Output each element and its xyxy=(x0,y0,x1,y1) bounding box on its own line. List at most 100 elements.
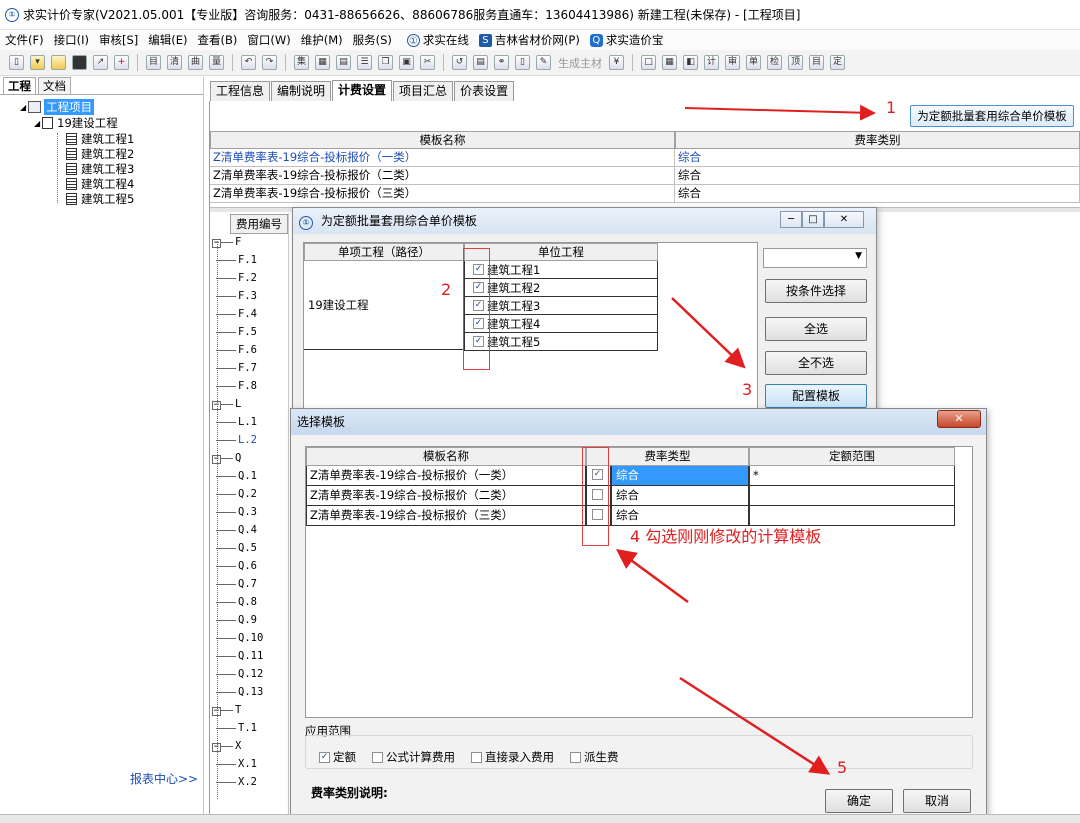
template-row-name[interactable]: Z清单费率表-19综合-投标报价（一类） xyxy=(210,149,675,167)
fee-code-row[interactable]: Q.13 xyxy=(216,686,263,698)
top-icon[interactable]: 顶 xyxy=(788,55,803,70)
config-template-button[interactable]: 配置模板 xyxy=(765,384,867,408)
menu-file[interactable]: 文件(F) xyxy=(0,32,49,48)
tab-project-info[interactable]: 工程信息 xyxy=(210,81,271,101)
redo-icon[interactable]: ↷ xyxy=(262,55,277,70)
fee-code-row[interactable]: F.7 xyxy=(216,362,257,374)
calc-round-icon[interactable]: 计 xyxy=(704,55,719,70)
clear-icon[interactable]: 清 xyxy=(167,55,182,70)
scope-checkbox[interactable]: ✓ xyxy=(319,751,330,763)
list-icon[interactable]: ☰ xyxy=(357,55,372,70)
tab-fee-settings[interactable]: 计费设置 xyxy=(332,80,393,101)
template-name-cell[interactable]: Z清单费率表-19综合-投标报价（二类） xyxy=(306,486,586,506)
unit-row[interactable]: ✓ 建筑工程2 xyxy=(464,279,658,297)
fee-code-row[interactable]: F.5 xyxy=(216,326,257,338)
cancel-button[interactable]: 取消 xyxy=(903,789,971,813)
link-icon[interactable]: ⚭ xyxy=(494,55,509,70)
template-row-name[interactable]: Z清单费率表-19综合-投标报价（二类） xyxy=(210,167,675,185)
report-center-link[interactable]: 报表中心>> xyxy=(130,770,198,787)
fee-code-row[interactable]: F.4 xyxy=(216,308,257,320)
menu-window[interactable]: 窗口(W) xyxy=(242,32,295,48)
fee-code-row[interactable]: F.3 xyxy=(216,290,257,302)
close-project-icon[interactable]: + xyxy=(114,55,129,70)
link-price-treasure[interactable]: Q 求实造价宝 xyxy=(589,32,663,48)
back-icon[interactable]: ↺ xyxy=(452,55,467,70)
menu-edit[interactable]: 编辑(E) xyxy=(143,32,192,48)
unit-row[interactable]: ✓ 建筑工程3 xyxy=(464,297,658,315)
tab-project-summary[interactable]: 项目汇总 xyxy=(393,81,454,101)
select-all-button[interactable]: 全选 xyxy=(765,317,867,341)
tree-unit[interactable]: 建筑工程3 xyxy=(66,161,134,177)
tree-root[interactable]: ◢ 工程项目 xyxy=(20,99,95,115)
fee-code-row[interactable]: L.1 xyxy=(216,416,257,428)
copy-icon[interactable]: ❐ xyxy=(378,55,393,70)
fee-code-row[interactable]: Q.12 xyxy=(216,668,263,680)
select-none-button[interactable]: 全不选 xyxy=(765,351,867,375)
unit-round-icon[interactable]: 单 xyxy=(746,55,761,70)
tab-price-settings[interactable]: 价表设置 xyxy=(454,81,515,101)
close-icon[interactable]: ✕ xyxy=(937,410,981,428)
tab-compile-notes[interactable]: 编制说明 xyxy=(271,81,332,101)
tree-unit[interactable]: 建筑工程4 xyxy=(66,176,134,192)
menu-audit[interactable]: 审核[S] xyxy=(94,32,143,48)
ok-button[interactable]: 确定 xyxy=(825,789,893,813)
window-icon[interactable]: □ xyxy=(641,55,656,70)
fee-type-cell[interactable]: 综合 xyxy=(611,486,749,506)
link-material-price[interactable]: S 吉林省材价网(P) xyxy=(478,32,580,48)
minimize-icon[interactable]: ─ xyxy=(780,211,802,228)
tree-unit[interactable]: 建筑工程2 xyxy=(66,146,134,162)
fee-code-row[interactable]: Q.5 xyxy=(216,542,257,554)
collect-icon[interactable]: 集 xyxy=(294,55,309,70)
condition-dropdown[interactable]: ▼ xyxy=(763,248,867,268)
fee-code-row[interactable]: Q.3 xyxy=(216,506,257,518)
fee-code-row[interactable]: Q.4 xyxy=(216,524,257,536)
scope-checkbox[interactable] xyxy=(372,751,383,763)
template-row-type[interactable]: 综合 xyxy=(675,149,1080,167)
doc-icon[interactable]: ▯ xyxy=(515,55,530,70)
fee-code-row[interactable]: X.2 xyxy=(216,776,257,788)
fee-code-row[interactable]: Q.7 xyxy=(216,578,257,590)
quota-range-cell[interactable] xyxy=(749,486,955,506)
template-row-type[interactable]: 综合 xyxy=(675,185,1080,203)
save-icon[interactable] xyxy=(72,55,87,70)
fee-code-row[interactable]: Q.10 xyxy=(216,632,263,644)
menu-view[interactable]: 查看(B) xyxy=(193,32,243,48)
unit-row[interactable]: ✓ 建筑工程4 xyxy=(464,315,658,333)
folder-icon[interactable] xyxy=(51,55,66,70)
template-name-cell[interactable]: Z清单费率表-19综合-投标报价（一类） xyxy=(306,466,586,486)
fee-code-row[interactable]: F.6 xyxy=(216,344,257,356)
fee-code-row[interactable]: F.1 xyxy=(216,254,257,266)
template-name-cell[interactable]: Z清单费率表-19综合-投标报价（三类） xyxy=(306,506,586,526)
money-icon[interactable]: ¥ xyxy=(609,55,624,70)
check-round-icon[interactable]: 审 xyxy=(725,55,740,70)
fee-code-row[interactable]: F.8 xyxy=(216,380,257,392)
filter-select-button[interactable]: 按条件选择 xyxy=(765,279,867,303)
batch-apply-template-button[interactable]: 为定额批量套用综合单价模板 xyxy=(910,105,1074,127)
tree-icon[interactable]: ▤ xyxy=(473,55,488,70)
quantity-icon[interactable]: 量 xyxy=(209,55,224,70)
report-icon[interactable]: 目 xyxy=(146,55,161,70)
menu-maintain[interactable]: 维护(M) xyxy=(296,32,348,48)
split-icon[interactable]: ◧ xyxy=(683,55,698,70)
tree-unit[interactable]: 建筑工程5 xyxy=(66,191,134,207)
maximize-icon[interactable]: □ xyxy=(802,211,824,228)
template-row-name[interactable]: Z清单费率表-19综合-投标报价（三类） xyxy=(210,185,675,203)
fee-code-row[interactable]: Q.6 xyxy=(216,560,257,572)
fee-code-row[interactable]: L.2 xyxy=(216,434,257,446)
table-icon[interactable]: ▤ xyxy=(336,55,351,70)
fee-code-row[interactable]: X.1 xyxy=(216,758,257,770)
close-icon[interactable]: ✕ xyxy=(824,211,864,228)
undo-icon[interactable]: ↶ xyxy=(241,55,256,70)
directory-icon[interactable]: 目 xyxy=(809,55,824,70)
fix-icon[interactable]: 定 xyxy=(830,55,845,70)
quota-range-cell[interactable]: * xyxy=(749,466,955,486)
fee-code-row[interactable]: Q.8 xyxy=(216,596,257,608)
fee-code-row[interactable]: Q.11 xyxy=(216,650,263,662)
fee-code-row[interactable]: Q.2 xyxy=(216,488,257,500)
verify-round-icon[interactable]: 检 xyxy=(767,55,782,70)
scope-option[interactable]: 公式计算费用 xyxy=(372,749,455,765)
brush-icon[interactable]: ✎ xyxy=(536,55,551,70)
menu-service[interactable]: 服务(S) xyxy=(348,32,397,48)
scope-option[interactable]: 派生费 xyxy=(570,749,619,765)
menu-interface[interactable]: 接口(I) xyxy=(49,32,94,48)
